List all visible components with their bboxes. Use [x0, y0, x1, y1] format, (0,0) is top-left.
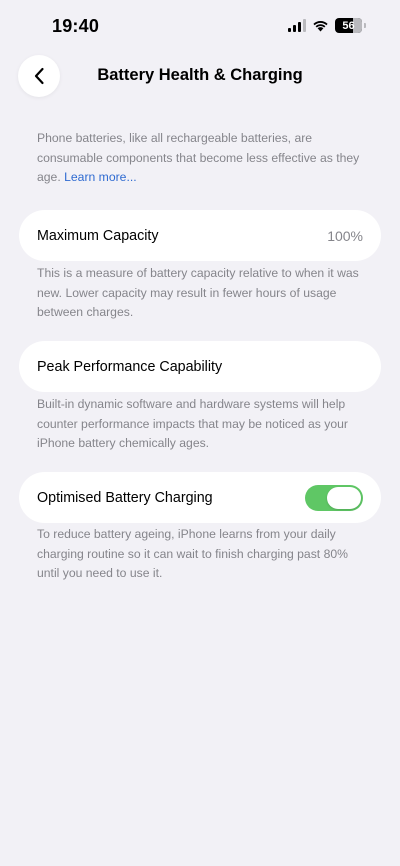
status-icons: 56 [288, 18, 366, 33]
status-time: 19:40 [52, 16, 100, 36]
optimised-charging-toggle[interactable] [305, 484, 363, 511]
peak-performance-row[interactable]: Peak Performance Capability [19, 341, 381, 392]
wifi-icon [313, 21, 328, 32]
optimised-charging-label: Optimised Battery Charging [37, 489, 213, 506]
maximum-capacity-footer: This is a measure of battery capacity re… [37, 266, 359, 319]
maximum-capacity-label: Maximum Capacity [37, 227, 159, 244]
maximum-capacity-value: 100% [327, 227, 363, 244]
battery-nub [364, 23, 366, 28]
peak-performance-label: Peak Performance Capability [37, 358, 223, 375]
battery-icon: 56 [335, 18, 362, 33]
optimised-charging-row: Optimised Battery Charging [19, 472, 381, 523]
intro-text: Phone batteries, like all rechargeable b… [37, 129, 363, 188]
battery-level: 56 [342, 19, 355, 32]
toggle-knob [327, 486, 361, 509]
peak-performance-footer: Built-in dynamic software and hardware s… [37, 397, 348, 450]
status-bar: 19:40 56 [0, 0, 400, 54]
optimised-charging-footer: To reduce battery ageing, iPhone learns … [37, 527, 348, 580]
learn-more-link[interactable]: Learn more... [64, 170, 136, 184]
page-title: Battery Health & Charging [97, 66, 303, 84]
cellular-signal-icon [288, 19, 306, 32]
maximum-capacity-row: Maximum Capacity 100% [19, 210, 381, 261]
